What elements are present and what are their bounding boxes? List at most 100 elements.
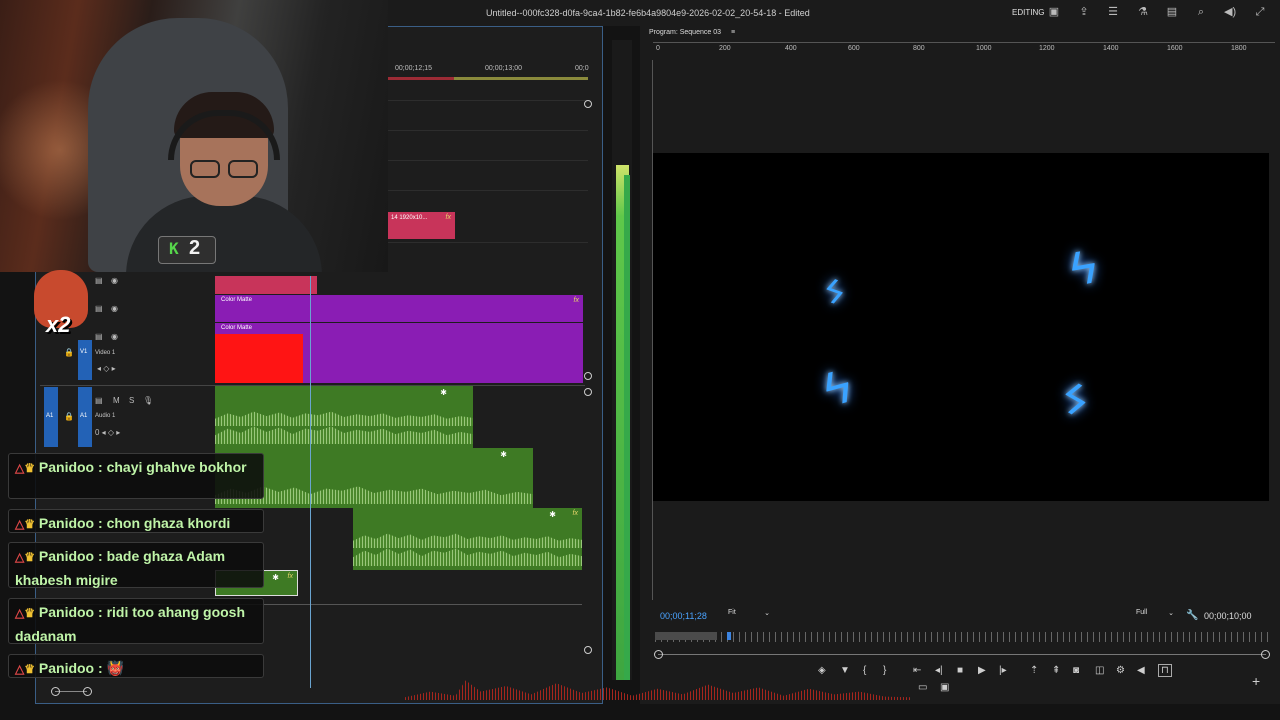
chat-text: chon ghaza khordi [106,515,231,531]
film-icon[interactable]: ▤ [95,304,103,313]
duration-timecode: 00;00;10;00 [1204,611,1252,621]
zoom-scrollbar[interactable] [658,654,1266,655]
keyframe-nav-icon[interactable]: ◂ ◇ ▸ [97,364,116,373]
program-canvas[interactable]: ϟ ϟ ϟ ϟ [653,153,1269,501]
track-a1-label: A1 [46,413,54,419]
mark-in-bracket-icon[interactable]: { [863,665,866,676]
video-clip[interactable] [215,276,317,294]
mark-in-icon[interactable]: ▼ [840,665,850,676]
scroll-handle[interactable] [584,646,592,654]
red-clip[interactable] [215,334,303,383]
resolution-select[interactable]: Full ⌄ [1136,609,1176,623]
camera-icon[interactable]: ◙ [1073,665,1079,676]
chat-user: Panidoo [38,459,95,475]
lift-icon[interactable]: ⇡ [1030,665,1038,676]
chat-user: Panidoo [38,515,95,531]
extract-icon[interactable]: ⇞ [1052,665,1060,676]
mute-button[interactable]: M [113,396,120,405]
settings-icon[interactable]: ⚙ [1116,665,1125,676]
track-divider [388,190,588,191]
warning-icon: △ [15,662,25,676]
lightning-effect: ϟ [1052,372,1098,427]
chat-icon[interactable]: ▤ [1166,6,1178,18]
lightning-effect: ϟ [1066,240,1101,297]
crown-icon: ♛ [24,461,35,475]
mark-out-bracket-icon[interactable]: } [883,665,886,676]
audio-clip[interactable]: ✱ [215,386,473,448]
zoom-handle-left[interactable] [654,650,663,659]
timeline-ruler[interactable]: 00;00;12;15 00;00;13;00 00;0 [388,58,590,84]
eye-icon[interactable]: ◉ [111,276,118,285]
volume-icon[interactable]: ◀) [1224,6,1236,18]
scroll-handle[interactable] [584,100,592,108]
panel-menu-icon[interactable]: ≡ [731,29,735,36]
safe-margins-icon[interactable]: ▣ [940,682,949,693]
solo-button[interactable]: S [129,396,134,405]
mic-icon[interactable]: 🎙 [143,396,153,405]
program-playhead[interactable] [727,632,731,640]
fullscreen-icon[interactable]: ⤢ [1254,6,1266,18]
scroll-handle[interactable] [83,687,92,696]
chat-message: △♛ Panidoo : ridi too ahang goosh dadana… [8,598,264,644]
program-ruler: 0 200 400 600 800 1000 1200 1400 1600 18… [653,42,1275,56]
chat-emoji: 👹 [106,660,125,676]
zoom-handle-right[interactable] [1261,650,1270,659]
film-icon[interactable]: ▤ [95,332,103,341]
crown-icon: ♛ [24,550,35,564]
compare-icon[interactable]: ◫ [1095,665,1104,676]
program-mini-ruler[interactable] [655,632,1269,642]
menu-icon[interactable]: ☰ [1107,6,1119,18]
webcam-overlay: K 2 [0,0,388,272]
play-icon[interactable]: ▶ [978,665,986,676]
track-v1-button[interactable]: V1 [78,340,92,380]
chat-message: △♛ Panidoo : chon ghaza khordi [8,509,264,533]
audio-clip[interactable]: ✱ fx [353,508,582,570]
plus-icon[interactable]: + [1252,673,1260,689]
eye-icon[interactable]: ◉ [111,304,118,313]
vertical-ruler [643,60,653,600]
lock-icon[interactable]: 🔒 [64,412,74,421]
waveform [215,411,473,426]
toggle-icon[interactable]: ⊓ [1158,664,1172,677]
ruler-tick: 800 [913,45,925,52]
playhead-timecode[interactable]: 00;00;11;28 [660,611,707,621]
track-a1-target-label: A1 [80,413,88,419]
chat-message: △♛ Panidoo : bade ghaza Adam khabesh mig… [8,542,264,588]
volume-icon[interactable]: ◀ [1137,665,1145,676]
workspace-label[interactable]: EDITING [1012,8,1044,17]
track-divider [388,242,588,243]
ruler-tick: 1600 [1167,45,1183,52]
scroll-handle[interactable] [584,388,592,396]
step-forward-icon[interactable]: |▸ [999,665,1007,676]
vertical-scrollbar[interactable] [584,100,592,656]
track-a1-source-button[interactable]: A1 [44,387,58,447]
stop-icon[interactable]: ■ [957,665,963,676]
zoom-icon[interactable]: ⌕ [1195,6,1207,18]
step-back-icon[interactable]: ◂| [935,665,943,676]
color-matte-clip[interactable]: Color Matte fx [215,295,583,322]
layout-icon[interactable]: ▣ [1048,6,1060,18]
marker-icon[interactable]: ◈ [818,665,826,676]
share-icon[interactable]: ⇪ [1078,6,1090,18]
film-icon[interactable]: ▤ [95,276,103,285]
film-icon[interactable]: ▤ [95,396,103,405]
keyframe-nav-icon[interactable]: 0 ◂ ◇ ▸ [95,428,120,437]
ruler-line [653,42,1275,43]
track-a1-target-button[interactable]: A1 [78,387,92,447]
zoom-select[interactable]: Fit ⌄ [728,609,772,623]
glasses-right [228,160,258,178]
track-v1-label: V1 [80,349,88,355]
ruler-tick: 600 [848,45,860,52]
vr-icon[interactable]: ▭ [918,682,927,693]
playhead-line[interactable] [310,276,311,688]
chevron-down-icon: ⌄ [1168,610,1174,617]
go-to-in-icon[interactable]: ⇤ [913,665,921,676]
scroll-handle[interactable] [584,372,592,380]
eye-icon[interactable]: ◉ [111,332,118,341]
program-monitor-tab[interactable]: Program: Sequence 03 ≡ [649,29,735,36]
scroll-handle[interactable] [51,687,60,696]
flask-icon[interactable]: ⚗ [1137,6,1149,18]
video-clip[interactable]: 14 1920x10... fx [388,212,455,239]
wrench-icon[interactable]: 🔧 [1186,610,1198,621]
lock-icon[interactable]: 🔒 [64,348,74,357]
